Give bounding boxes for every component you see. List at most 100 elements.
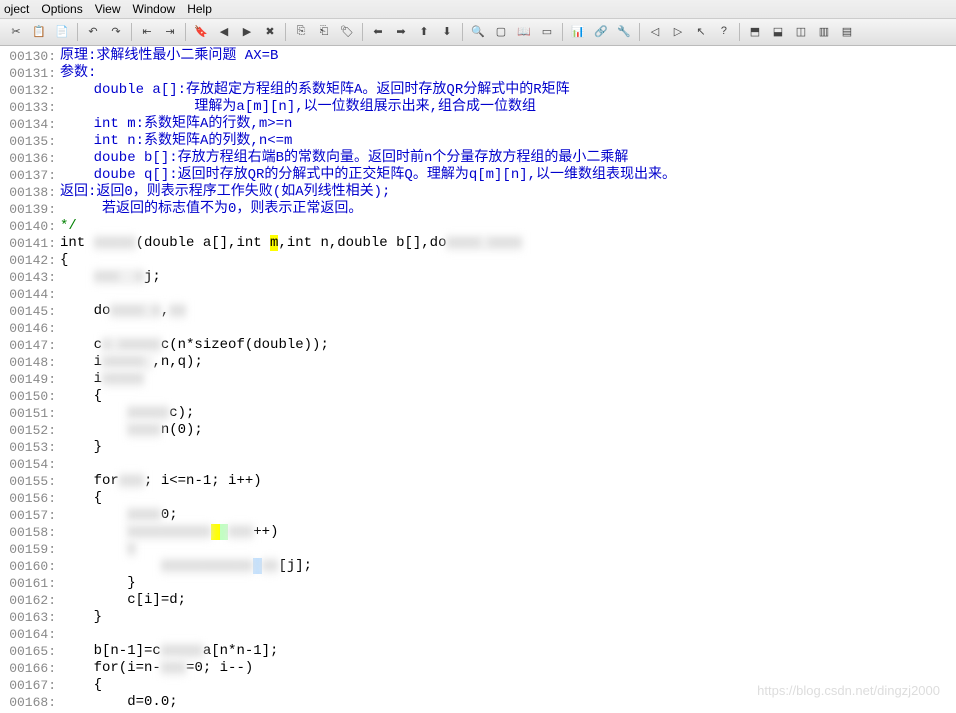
line-content[interactable]: 若返回的标志值不为0，则表示正常返回。 <box>60 201 956 218</box>
code-line[interactable]: 00151: xxxxxc); <box>0 405 956 422</box>
line-content[interactable]: double a[]:存放超定方程组的系数矩阵A。返回时存放QR分解式中的R矩阵 <box>60 82 956 99</box>
code-line[interactable]: 00140:*/ <box>0 218 956 235</box>
help-icon[interactable]: ? <box>714 22 734 42</box>
layout3-icon[interactable]: ◫ <box>791 22 811 42</box>
indent-right-icon[interactable]: ⇥ <box>160 22 180 42</box>
line-content[interactable]: xxxxxc); <box>60 405 956 422</box>
line-content[interactable]: cx xxxxxc(n*sizeof(double)); <box>60 337 956 354</box>
code-line[interactable]: 00130:原理:求解线性最小二乘问题 AX=B <box>0 48 956 65</box>
bookmark-icon[interactable]: 🔖 <box>191 22 211 42</box>
chart-icon[interactable]: 📊 <box>568 22 588 42</box>
code-line[interactable]: 00158: xxxxxxxxxx xxx++) <box>0 524 956 541</box>
relation-icon[interactable]: 🔗 <box>591 22 611 42</box>
line-content[interactable]: ixxxxx ,n,q); <box>60 354 956 371</box>
line-content[interactable]: 理解为a[m][n],以一位数组展示出来,组合成一位数组 <box>60 99 956 116</box>
menu-options[interactable]: Options <box>41 2 82 16</box>
line-content[interactable]: c[i]=d; <box>60 592 956 609</box>
menu-project[interactable]: oject <box>4 2 29 16</box>
code-line[interactable]: 00132: double a[]:存放超定方程组的系数矩阵A。返回时存放QR分… <box>0 82 956 99</box>
undo-icon[interactable]: ↶ <box>83 22 103 42</box>
line-content[interactable]: { <box>60 490 956 507</box>
code-line[interactable]: 00135: int n:系数矩阵A的列数,n<=m <box>0 133 956 150</box>
code-line[interactable]: 00153: } <box>0 439 956 456</box>
layout4-icon[interactable]: ▥ <box>814 22 834 42</box>
code-line[interactable]: 00152: xxxxn(0); <box>0 422 956 439</box>
line-content[interactable]: ixxxxx <box>60 371 956 388</box>
code-line[interactable]: 00136: doube b[]:存放方程组右端B的常数向量。返回时前n个分量存… <box>0 150 956 167</box>
line-content[interactable]: } <box>60 609 956 626</box>
code-line[interactable]: 00163: } <box>0 609 956 626</box>
prev-icon[interactable]: ◁ <box>645 22 665 42</box>
line-content[interactable]: xxxxn(0); <box>60 422 956 439</box>
code-line[interactable]: 00146: <box>0 320 956 337</box>
indent-left-icon[interactable]: ⇤ <box>137 22 157 42</box>
line-content[interactable]: 参数: <box>60 65 956 82</box>
line-content[interactable] <box>60 456 956 473</box>
code-line[interactable]: 00145: doxxxx x,xx <box>0 303 956 320</box>
goto-icon[interactable]: ⎘ <box>291 22 311 42</box>
menu-view[interactable]: View <box>95 2 121 16</box>
code-line[interactable]: 00160: xxxxxxxxxxx xx[j]; <box>0 558 956 575</box>
line-content[interactable]: int xxxxx(double a[],int m,int n,double … <box>60 235 956 252</box>
book-icon[interactable]: 📖 <box>514 22 534 42</box>
code-line[interactable]: 00134: int m:系数矩阵A的行数,m>=n <box>0 116 956 133</box>
nav-forward-icon[interactable]: ➡ <box>391 22 411 42</box>
line-content[interactable]: } <box>60 439 956 456</box>
layout5-icon[interactable]: ▤ <box>837 22 857 42</box>
line-content[interactable]: xxxx0; <box>60 507 956 524</box>
redo-icon[interactable]: ↷ <box>106 22 126 42</box>
line-content[interactable]: b[n-1]=cxxxxxa[n*n-1]; <box>60 643 956 660</box>
panel-icon[interactable]: ▭ <box>537 22 557 42</box>
code-line[interactable]: 00142:{ <box>0 252 956 269</box>
code-line[interactable]: 00143: xxx xj; <box>0 269 956 286</box>
tag-icon[interactable]: 🏷 <box>337 22 357 42</box>
line-content[interactable]: for(i=n-xxx=0; i--) <box>60 660 956 677</box>
code-line[interactable]: 00141:int xxxxx(double a[],int m,int n,d… <box>0 235 956 252</box>
line-content[interactable] <box>60 286 956 303</box>
cut-icon[interactable]: ✂ <box>6 22 26 42</box>
line-content[interactable]: doube b[]:存放方程组右端B的常数向量。返回时前n个分量存放方程组的最小… <box>60 150 956 167</box>
code-line[interactable]: 00139: 若返回的标志值不为0，则表示正常返回。 <box>0 201 956 218</box>
code-line[interactable]: 00154: <box>0 456 956 473</box>
search-icon[interactable]: 🔍 <box>468 22 488 42</box>
code-line[interactable]: 00133: 理解为a[m][n],以一位数组展示出来,组合成一位数组 <box>0 99 956 116</box>
menu-help[interactable]: Help <box>187 2 212 16</box>
line-content[interactable]: { <box>60 388 956 405</box>
line-content[interactable]: doxxxx x,xx <box>60 303 956 320</box>
code-line[interactable]: 00147: cx xxxxxc(n*sizeof(double)); <box>0 337 956 354</box>
line-content[interactable]: xxx xj; <box>60 269 956 286</box>
bookmark-prev-icon[interactable]: ◀ <box>214 22 234 42</box>
bookmark-clear-icon[interactable]: ✖ <box>260 22 280 42</box>
line-content[interactable]: forxxx; i<=n-1; i++) <box>60 473 956 490</box>
tool-icon[interactable]: 🔧 <box>614 22 634 42</box>
bookmark-next-icon[interactable]: ▶ <box>237 22 257 42</box>
next-icon[interactable]: ▷ <box>668 22 688 42</box>
line-content[interactable]: { <box>60 252 956 269</box>
code-line[interactable]: 00159: x <box>0 541 956 558</box>
line-content[interactable]: int n:系数矩阵A的列数,n<=m <box>60 133 956 150</box>
code-line[interactable]: 00138:返回:返回0，则表示程序工作失败(如A列线性相关); <box>0 184 956 201</box>
code-line[interactable]: 00166: for(i=n-xxx=0; i--) <box>0 660 956 677</box>
line-content[interactable] <box>60 626 956 643</box>
line-content[interactable] <box>60 320 956 337</box>
nav-up-icon[interactable]: ⬆ <box>414 22 434 42</box>
line-content[interactable]: 返回:返回0，则表示程序工作失败(如A列线性相关); <box>60 184 956 201</box>
code-line[interactable]: 00164: <box>0 626 956 643</box>
line-content[interactable]: xxxxxxxxxx xxx++) <box>60 524 956 541</box>
window-icon[interactable]: ▢ <box>491 22 511 42</box>
line-content[interactable]: 原理:求解线性最小二乘问题 AX=B <box>60 48 956 65</box>
code-line[interactable]: 00165: b[n-1]=cxxxxxa[n*n-1]; <box>0 643 956 660</box>
code-line[interactable]: 00131:参数: <box>0 65 956 82</box>
line-content[interactable]: int m:系数矩阵A的行数,m>=n <box>60 116 956 133</box>
code-line[interactable]: 00161: } <box>0 575 956 592</box>
nav-back-icon[interactable]: ⬅ <box>368 22 388 42</box>
line-content[interactable]: doube q[]:返回时存放QR的分解式中的正交矩阵Q。理解为q[m][n],… <box>60 167 956 184</box>
goto2-icon[interactable]: ⎗ <box>314 22 334 42</box>
code-editor[interactable]: 00130:原理:求解线性最小二乘问题 AX=B00131:参数:00132: … <box>0 46 956 713</box>
code-line[interactable]: 00148: ixxxxx ,n,q); <box>0 354 956 371</box>
code-line[interactable]: 00150: { <box>0 388 956 405</box>
code-line[interactable]: 00144: <box>0 286 956 303</box>
code-line[interactable]: 00155: forxxx; i<=n-1; i++) <box>0 473 956 490</box>
line-content[interactable]: } <box>60 575 956 592</box>
code-line[interactable]: 00162: c[i]=d; <box>0 592 956 609</box>
